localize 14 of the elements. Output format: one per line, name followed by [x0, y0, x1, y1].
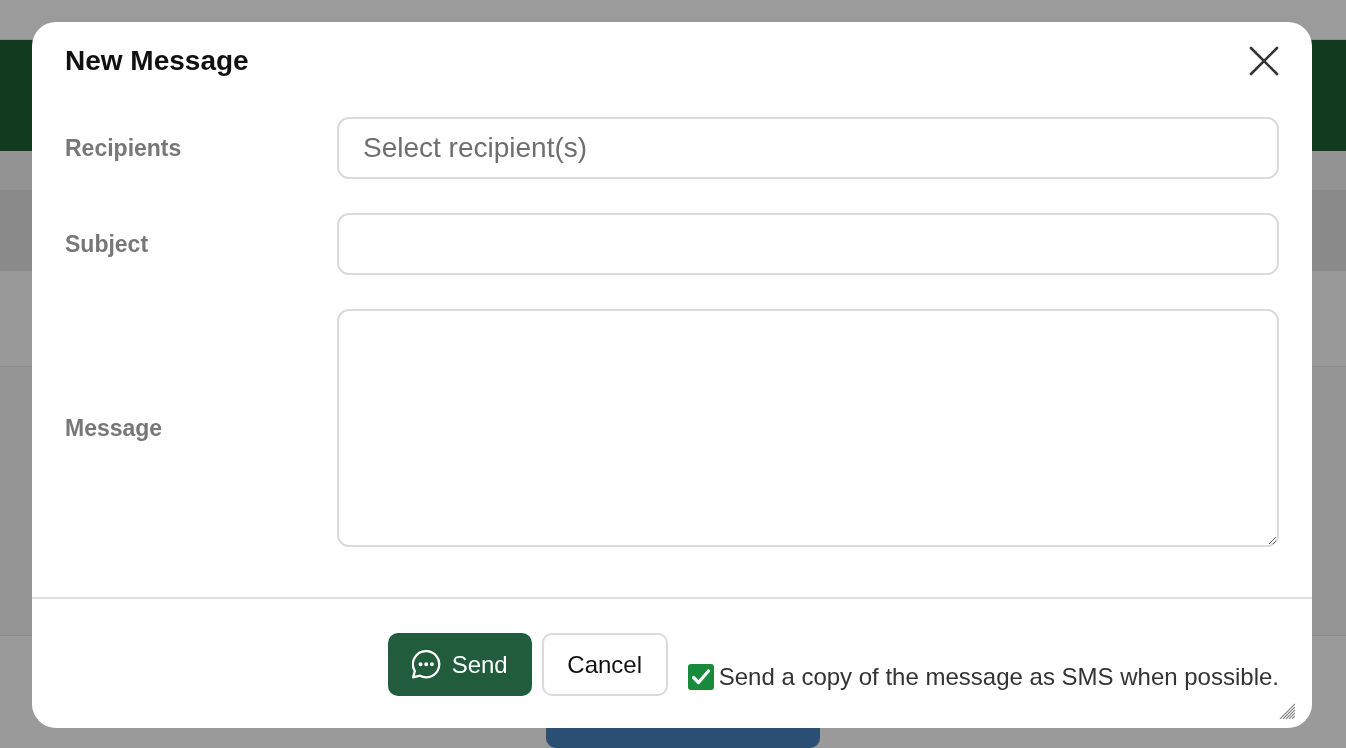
field-label: Message	[65, 413, 164, 443]
field-label: Recipients	[65, 133, 183, 163]
field-label: Subject	[65, 229, 150, 259]
speech-bubble-icon	[411, 650, 441, 679]
close-button[interactable]	[1248, 45, 1280, 77]
subject-input[interactable]	[337, 213, 1279, 275]
dialog-title: New Message	[65, 44, 249, 78]
send-button[interactable]: Send	[387, 633, 532, 696]
sms-copy-label: Send a copy of the message as SMS when possible.	[718, 662, 1279, 692]
checkbox[interactable]	[687, 664, 714, 690]
close-icon	[1249, 46, 1279, 76]
cancel-button[interactable]: Cancel	[541, 633, 668, 696]
resize-grip-icon	[1279, 703, 1295, 719]
recipient-select[interactable]: Select recipient(s)	[337, 117, 1279, 179]
